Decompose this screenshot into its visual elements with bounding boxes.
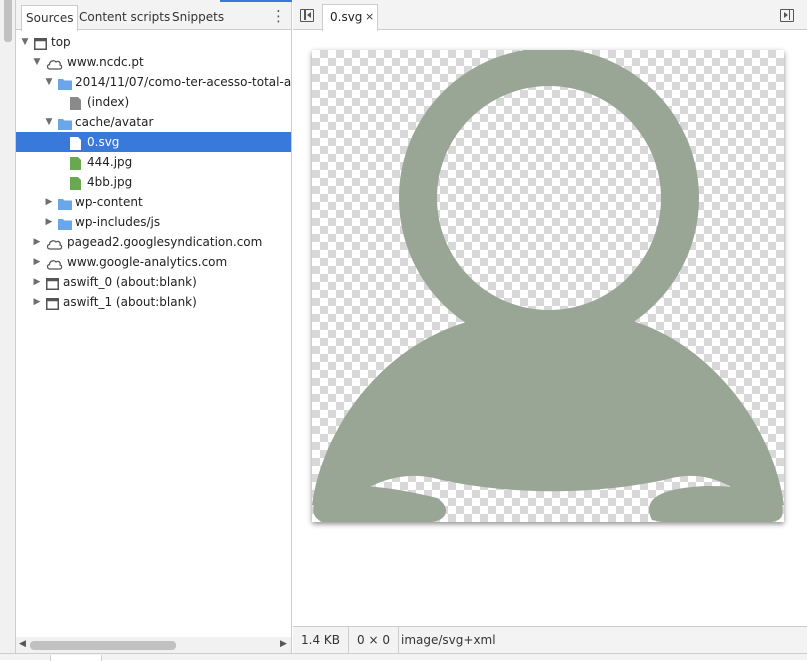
tree-item[interactable]: ▶ aswift_0 (about:blank): [16, 272, 291, 292]
folder-icon: [58, 216, 72, 232]
tree-item[interactable]: ▼ top: [16, 32, 291, 52]
tree-item-label: www.ncdc.pt: [67, 55, 144, 69]
tree-item[interactable]: ▼ www.ncdc.pt: [16, 52, 291, 72]
image-dimensions: 0 × 0: [349, 627, 399, 653]
frame-icon: [34, 36, 47, 52]
expand-arrow-icon[interactable]: ▼: [32, 52, 42, 72]
left-scrollbar[interactable]: [0, 0, 16, 660]
image-file-icon: [70, 156, 81, 172]
image-file-icon: [70, 176, 81, 192]
tree-item-label: www.google-analytics.com: [67, 255, 228, 269]
tree-item-label: (index): [87, 95, 130, 109]
expand-arrow-icon[interactable]: ▼: [20, 32, 30, 52]
navigator-horizontal-scrollbar[interactable]: ◀ ▶: [16, 637, 291, 653]
folder-icon: [58, 196, 72, 212]
tree-item[interactable]: ▶ aswift_1 (about:blank): [16, 292, 291, 312]
tree-item[interactable]: (index): [16, 92, 291, 112]
scrollbar-thumb[interactable]: [30, 641, 176, 650]
tree-item-label: 2014/11/07/como-ter-acesso-total-ao-ro: [75, 75, 291, 89]
tree-item[interactable]: ▶ pagead2.googlesyndication.com: [16, 232, 291, 252]
tree-item-label: 0.svg: [87, 135, 120, 149]
tree-item-label: 444.jpg: [87, 155, 133, 169]
tab-sources[interactable]: Sources: [21, 5, 79, 31]
cloud-icon: [46, 236, 63, 252]
drawer-tab[interactable]: [50, 655, 102, 661]
collapse-arrow-icon[interactable]: ▶: [32, 232, 42, 252]
collapse-arrow-icon[interactable]: ▶: [32, 272, 42, 292]
expand-arrow-icon[interactable]: ▼: [44, 112, 54, 132]
frame-icon: [46, 276, 59, 292]
tree-item-label: wp-includes/js: [75, 215, 161, 229]
toggle-debugger-icon[interactable]: [780, 9, 794, 22]
tree-item[interactable]: 4bb.jpg: [16, 172, 291, 192]
scroll-right-arrow-icon[interactable]: ▶: [280, 639, 287, 649]
tree-item[interactable]: 444.jpg: [16, 152, 291, 172]
tree-item[interactable]: ▼ cache/avatar: [16, 112, 291, 132]
tree-item[interactable]: ▶ wp-content: [16, 192, 291, 212]
tree-item[interactable]: 0.svg: [16, 132, 291, 152]
tree-item[interactable]: ▼ 2014/11/07/como-ter-acesso-total-ao-ro: [16, 72, 291, 92]
document-icon: [70, 96, 81, 112]
avatar-svg-preview: [312, 50, 784, 522]
folder-icon: [58, 76, 72, 92]
expand-arrow-icon[interactable]: ▼: [44, 72, 54, 92]
tab-snippets[interactable]: Snippets: [168, 5, 228, 30]
cloud-icon: [46, 56, 63, 72]
tabbar-accent: [220, 0, 292, 2]
collapse-arrow-icon[interactable]: ▶: [44, 192, 54, 212]
cloud-icon: [46, 256, 63, 272]
close-icon[interactable]: ×: [365, 10, 374, 23]
scrollbar-thumb[interactable]: [4, 0, 12, 42]
file-icon: [70, 136, 81, 152]
tree-item[interactable]: ▶ www.google-analytics.com: [16, 252, 291, 272]
editor-tabbar: 0.svg ×: [293, 0, 807, 31]
editor-tab-label: 0.svg: [330, 10, 363, 24]
file-size: 1.4 KB: [293, 627, 349, 653]
drawer-tabbar: [0, 653, 807, 661]
tree-item-label: pagead2.googlesyndication.com: [67, 235, 263, 249]
tree-item-label: 4bb.jpg: [87, 175, 133, 189]
frame-icon: [46, 296, 59, 312]
avatar-silhouette-icon: [312, 50, 784, 522]
tab-content-scripts[interactable]: Content scripts: [75, 5, 174, 30]
editor-tab-file[interactable]: 0.svg ×: [322, 4, 378, 31]
source-editor: 0.svg × 1.4 KB 0 × 0 image/svg+xml: [293, 0, 807, 653]
collapse-arrow-icon[interactable]: ▶: [32, 252, 42, 272]
tree-item-label: aswift_0 (about:blank): [63, 275, 197, 289]
sources-navigator: Sources Content scripts Snippets ⋮ ▼ top ▼…: [16, 0, 292, 660]
tree-item[interactable]: ▶ wp-includes/js: [16, 212, 291, 232]
folder-icon: [58, 116, 72, 132]
scroll-left-arrow-icon[interactable]: ◀: [19, 639, 26, 649]
image-preview: [312, 50, 784, 522]
collapse-arrow-icon[interactable]: ▶: [44, 212, 54, 232]
tree-item-label: cache/avatar: [75, 115, 154, 129]
more-vert-icon[interactable]: ⋮: [271, 8, 286, 24]
collapse-arrow-icon[interactable]: ▶: [32, 292, 42, 312]
tree-item-label: top: [51, 35, 71, 49]
tree-item-label: wp-content: [75, 195, 143, 209]
status-bar: 1.4 KB 0 × 0 image/svg+xml: [293, 626, 807, 653]
mime-type: image/svg+xml: [401, 633, 496, 647]
tree-item-label: aswift_1 (about:blank): [63, 295, 197, 309]
toggle-navigator-icon[interactable]: [300, 9, 314, 22]
navigator-tabbar: Sources Content scripts Snippets ⋮: [16, 0, 292, 31]
